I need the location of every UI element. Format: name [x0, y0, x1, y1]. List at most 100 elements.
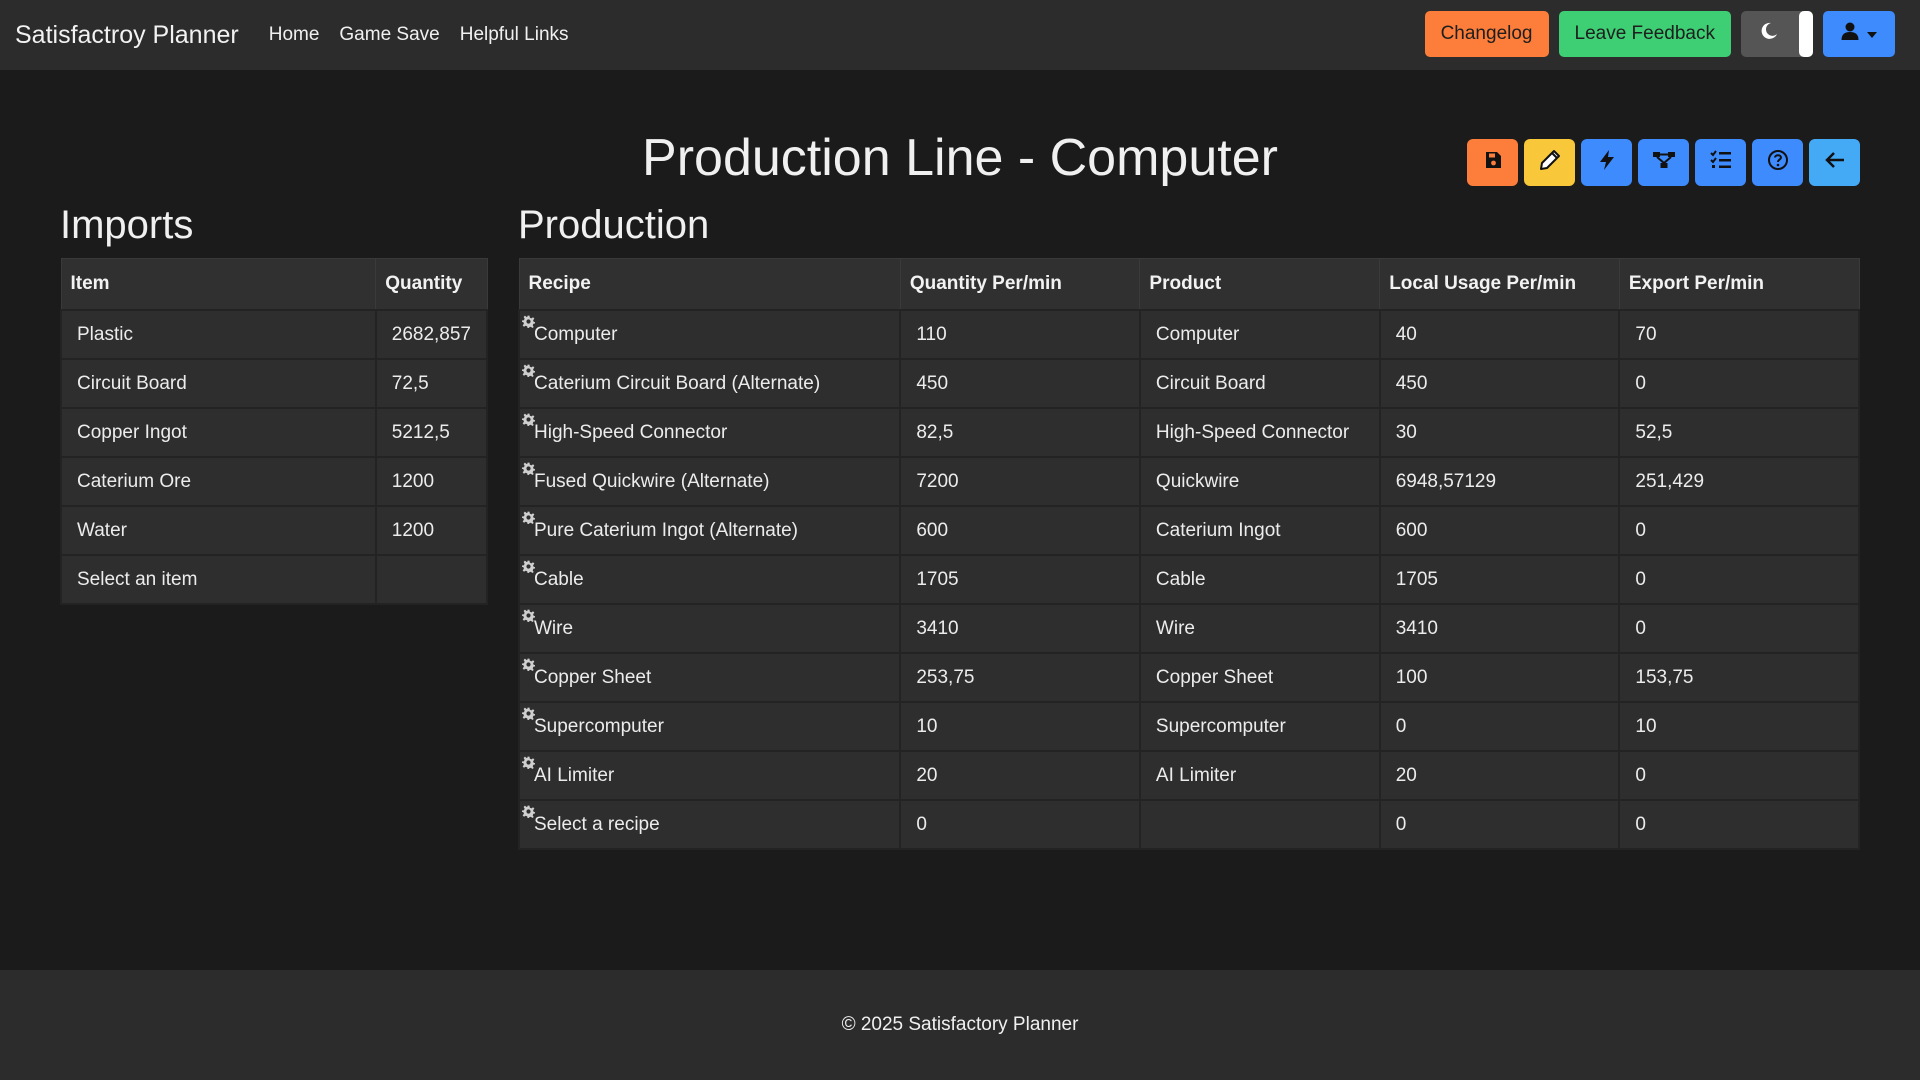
- cog-icon[interactable]: [522, 312, 535, 334]
- user-menu-button[interactable]: [1823, 11, 1895, 57]
- checklist-button[interactable]: [1695, 139, 1746, 186]
- recipe-cell[interactable]: Select a recipe: [517, 799, 902, 850]
- cog-icon[interactable]: [522, 459, 535, 481]
- nav-link-home[interactable]: Home: [269, 24, 320, 46]
- import-quantity-cell[interactable]: 72,5: [374, 358, 489, 409]
- cog-icon[interactable]: [522, 753, 535, 775]
- back-button[interactable]: [1809, 139, 1860, 186]
- import-item-cell[interactable]: Copper Ingot: [60, 407, 377, 458]
- import-item-cell[interactable]: Caterium Ore: [60, 456, 377, 507]
- import-quantity-cell[interactable]: [374, 554, 489, 605]
- quantity-per-min-cell[interactable]: 0: [899, 799, 1141, 850]
- local-usage-cell[interactable]: 3410: [1378, 603, 1621, 654]
- feedback-button[interactable]: Leave Feedback: [1558, 11, 1731, 57]
- import-quantity-cell[interactable]: 5212,5: [374, 407, 489, 458]
- table-row: AI Limiter 20 AI Limiter 20 0: [517, 750, 1860, 801]
- import-item-cell[interactable]: Plastic: [60, 309, 377, 360]
- table-row: Circuit Board 72,5: [60, 358, 489, 409]
- recipe-cell[interactable]: Caterium Circuit Board (Alternate): [517, 358, 902, 409]
- product-cell[interactable]: Copper Sheet: [1138, 652, 1381, 703]
- nav-link-helpful-links[interactable]: Helpful Links: [460, 24, 569, 46]
- recipe-cell[interactable]: Pure Caterium Ingot (Alternate): [517, 505, 902, 556]
- local-usage-cell[interactable]: 450: [1378, 358, 1621, 409]
- local-usage-cell[interactable]: 0: [1378, 701, 1621, 752]
- quantity-per-min-cell[interactable]: 450: [899, 358, 1141, 409]
- cog-icon[interactable]: [522, 704, 535, 726]
- product-cell[interactable]: AI Limiter: [1138, 750, 1381, 801]
- export-cell[interactable]: 251,429: [1618, 456, 1860, 507]
- import-quantity-cell[interactable]: 1200: [374, 456, 489, 507]
- cog-icon[interactable]: [522, 361, 535, 383]
- export-cell[interactable]: 0: [1618, 554, 1860, 605]
- quantity-per-min-cell[interactable]: 110: [899, 309, 1141, 360]
- cog-icon[interactable]: [522, 557, 535, 579]
- cog-icon[interactable]: [522, 606, 535, 628]
- quantity-per-min-cell[interactable]: 20: [899, 750, 1141, 801]
- recipe-cell[interactable]: Computer: [517, 309, 902, 360]
- import-quantity-cell[interactable]: 1200: [374, 505, 489, 556]
- export-cell[interactable]: 0: [1618, 358, 1860, 409]
- product-cell[interactable]: Supercomputer: [1138, 701, 1381, 752]
- import-item-cell[interactable]: Circuit Board: [60, 358, 377, 409]
- local-usage-cell[interactable]: 40: [1378, 309, 1621, 360]
- recipe-cell[interactable]: AI Limiter: [517, 750, 902, 801]
- local-usage-cell[interactable]: 600: [1378, 505, 1621, 556]
- recipe-cell[interactable]: Wire: [517, 603, 902, 654]
- cog-icon[interactable]: [522, 508, 535, 530]
- local-usage-cell[interactable]: 20: [1378, 750, 1621, 801]
- quantity-per-min-cell[interactable]: 82,5: [899, 407, 1141, 458]
- local-usage-cell[interactable]: 1705: [1378, 554, 1621, 605]
- brand[interactable]: Satisfactroy Planner: [15, 21, 239, 50]
- export-cell[interactable]: 153,75: [1618, 652, 1860, 703]
- export-cell[interactable]: 10: [1618, 701, 1860, 752]
- recipe-cell[interactable]: High-Speed Connector: [517, 407, 902, 458]
- table-row: Select an item: [60, 554, 489, 605]
- column-header-local-usage: Local Usage Per/min: [1379, 258, 1620, 311]
- product-cell[interactable]: Computer: [1138, 309, 1381, 360]
- product-cell[interactable]: Circuit Board: [1138, 358, 1381, 409]
- export-cell[interactable]: 70: [1618, 309, 1860, 360]
- export-cell[interactable]: 52,5: [1618, 407, 1860, 458]
- import-quantity-cell[interactable]: 2682,857: [374, 309, 489, 360]
- quantity-per-min-cell[interactable]: 253,75: [899, 652, 1141, 703]
- changelog-button[interactable]: Changelog: [1424, 11, 1549, 57]
- export-cell[interactable]: 0: [1618, 750, 1860, 801]
- product-cell[interactable]: Quickwire: [1138, 456, 1381, 507]
- local-usage-cell[interactable]: 0: [1378, 799, 1621, 850]
- local-usage-cell[interactable]: 100: [1378, 652, 1621, 703]
- recipe-cell[interactable]: Copper Sheet: [517, 652, 902, 703]
- edit-button[interactable]: [1524, 139, 1575, 186]
- product-cell[interactable]: Caterium Ingot: [1138, 505, 1381, 556]
- table-row: Fused Quickwire (Alternate) 7200 Quickwire…: [517, 456, 1860, 507]
- export-cell[interactable]: 0: [1618, 799, 1860, 850]
- export-cell[interactable]: 0: [1618, 603, 1860, 654]
- help-button[interactable]: [1752, 139, 1803, 186]
- local-usage-cell[interactable]: 30: [1378, 407, 1621, 458]
- import-item-cell[interactable]: Select an item: [60, 554, 377, 605]
- quantity-per-min-cell[interactable]: 7200: [899, 456, 1141, 507]
- power-button[interactable]: [1581, 139, 1632, 186]
- flow-diagram-button[interactable]: [1638, 139, 1689, 186]
- recipe-cell[interactable]: Cable: [517, 554, 902, 605]
- cog-icon[interactable]: [522, 655, 535, 677]
- nav-link-game-save[interactable]: Game Save: [339, 24, 439, 46]
- recipe-cell[interactable]: Supercomputer: [517, 701, 902, 752]
- product-cell[interactable]: High-Speed Connector: [1138, 407, 1381, 458]
- quantity-per-min-cell[interactable]: 600: [899, 505, 1141, 556]
- quantity-per-min-cell[interactable]: 1705: [899, 554, 1141, 605]
- product-cell[interactable]: Wire: [1138, 603, 1381, 654]
- moon-icon: [1759, 21, 1779, 47]
- save-button[interactable]: [1467, 139, 1518, 186]
- export-cell[interactable]: 0: [1618, 505, 1860, 556]
- quantity-per-min-cell[interactable]: 3410: [899, 603, 1141, 654]
- product-cell[interactable]: Cable: [1138, 554, 1381, 605]
- local-usage-cell[interactable]: 6948,57129: [1378, 456, 1621, 507]
- theme-toggle[interactable]: [1741, 11, 1813, 57]
- import-item-cell[interactable]: Water: [60, 505, 377, 556]
- cog-icon[interactable]: [522, 802, 535, 824]
- recipe-cell[interactable]: Fused Quickwire (Alternate): [517, 456, 902, 507]
- product-cell[interactable]: [1138, 799, 1381, 850]
- cog-icon[interactable]: [522, 410, 535, 432]
- quantity-per-min-cell[interactable]: 10: [899, 701, 1141, 752]
- recipe-label: Supercomputer: [534, 715, 664, 737]
